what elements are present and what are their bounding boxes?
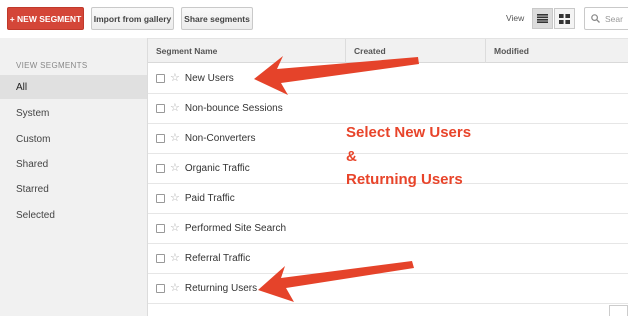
column-header-segment-name[interactable]: Segment Name [148, 39, 346, 63]
star-icon[interactable]: ☆ [170, 103, 180, 114]
sidebar: VIEW SEGMENTS All System Custom Shared S… [0, 38, 148, 316]
annotation-line-2: & [346, 148, 357, 165]
table-row: ☆ Performed Site Search [148, 214, 628, 244]
table-row: ☆ Referral Traffic [148, 244, 628, 274]
row-checkbox[interactable] [156, 194, 165, 203]
sidebar-heading: VIEW SEGMENTS [16, 61, 88, 70]
grid-view-icon [559, 13, 570, 24]
share-segments-button[interactable]: Share segments [181, 7, 253, 30]
row-checkbox[interactable] [156, 74, 165, 83]
sidebar-item-shared[interactable]: Shared [0, 152, 147, 176]
star-icon[interactable]: ☆ [170, 73, 180, 84]
toolbar: + NEW SEGMENT Import from gallery Share … [0, 0, 628, 38]
table-row: ☆ Paid Traffic [148, 184, 628, 214]
row-checkbox[interactable] [156, 254, 165, 263]
list-view-icon [537, 14, 548, 23]
list-view-button[interactable] [532, 8, 553, 29]
star-icon[interactable]: ☆ [170, 253, 180, 264]
table-row: ☆ Returning Users [148, 274, 628, 304]
view-label: View [506, 13, 525, 23]
row-checkbox[interactable] [156, 224, 165, 233]
segment-name[interactable]: Non-bounce Sessions [185, 103, 283, 114]
sidebar-item-starred[interactable]: Starred [0, 177, 147, 201]
star-icon[interactable]: ☆ [170, 133, 180, 144]
row-checkbox[interactable] [156, 164, 165, 173]
star-icon[interactable]: ☆ [170, 283, 180, 294]
sidebar-item-selected[interactable]: Selected [0, 203, 147, 227]
annotation-line-1: Select New Users [346, 124, 472, 141]
row-checkbox[interactable] [156, 284, 165, 293]
row-checkbox[interactable] [156, 134, 165, 143]
table-header: Segment Name Created Modified [148, 38, 628, 63]
column-header-created[interactable]: Created [346, 39, 486, 63]
column-header-modified[interactable]: Modified [486, 39, 628, 63]
new-segment-button[interactable]: + NEW SEGMENT [7, 7, 84, 30]
search-placeholder: Sear [605, 13, 623, 24]
import-from-gallery-button[interactable]: Import from gallery [91, 7, 174, 30]
segment-name[interactable]: Organic Traffic [185, 163, 250, 174]
table-row: ☆ Non-bounce Sessions [148, 94, 628, 124]
star-icon[interactable]: ☆ [170, 163, 180, 174]
sidebar-item-all[interactable]: All [0, 75, 147, 99]
segment-name[interactable]: Paid Traffic [185, 193, 235, 204]
sidebar-item-custom[interactable]: Custom [0, 127, 147, 151]
segment-name[interactable]: Returning Users [185, 283, 257, 294]
row-checkbox[interactable] [156, 104, 165, 113]
table-row: ☆ New Users [148, 64, 628, 94]
segment-name[interactable]: New Users [185, 73, 234, 84]
segment-name[interactable]: Referral Traffic [185, 253, 250, 264]
sidebar-item-system[interactable]: System [0, 101, 147, 125]
segment-name[interactable]: Non-Converters [185, 133, 256, 144]
search-input[interactable]: Sear [584, 7, 628, 30]
segment-name[interactable]: Performed Site Search [185, 223, 286, 234]
grid-view-button[interactable] [554, 8, 575, 29]
star-icon[interactable]: ☆ [170, 193, 180, 204]
pagination-box[interactable] [609, 305, 628, 316]
star-icon[interactable]: ☆ [170, 223, 180, 234]
search-icon [591, 14, 600, 23]
annotation-line-3: Returning Users [346, 171, 463, 188]
